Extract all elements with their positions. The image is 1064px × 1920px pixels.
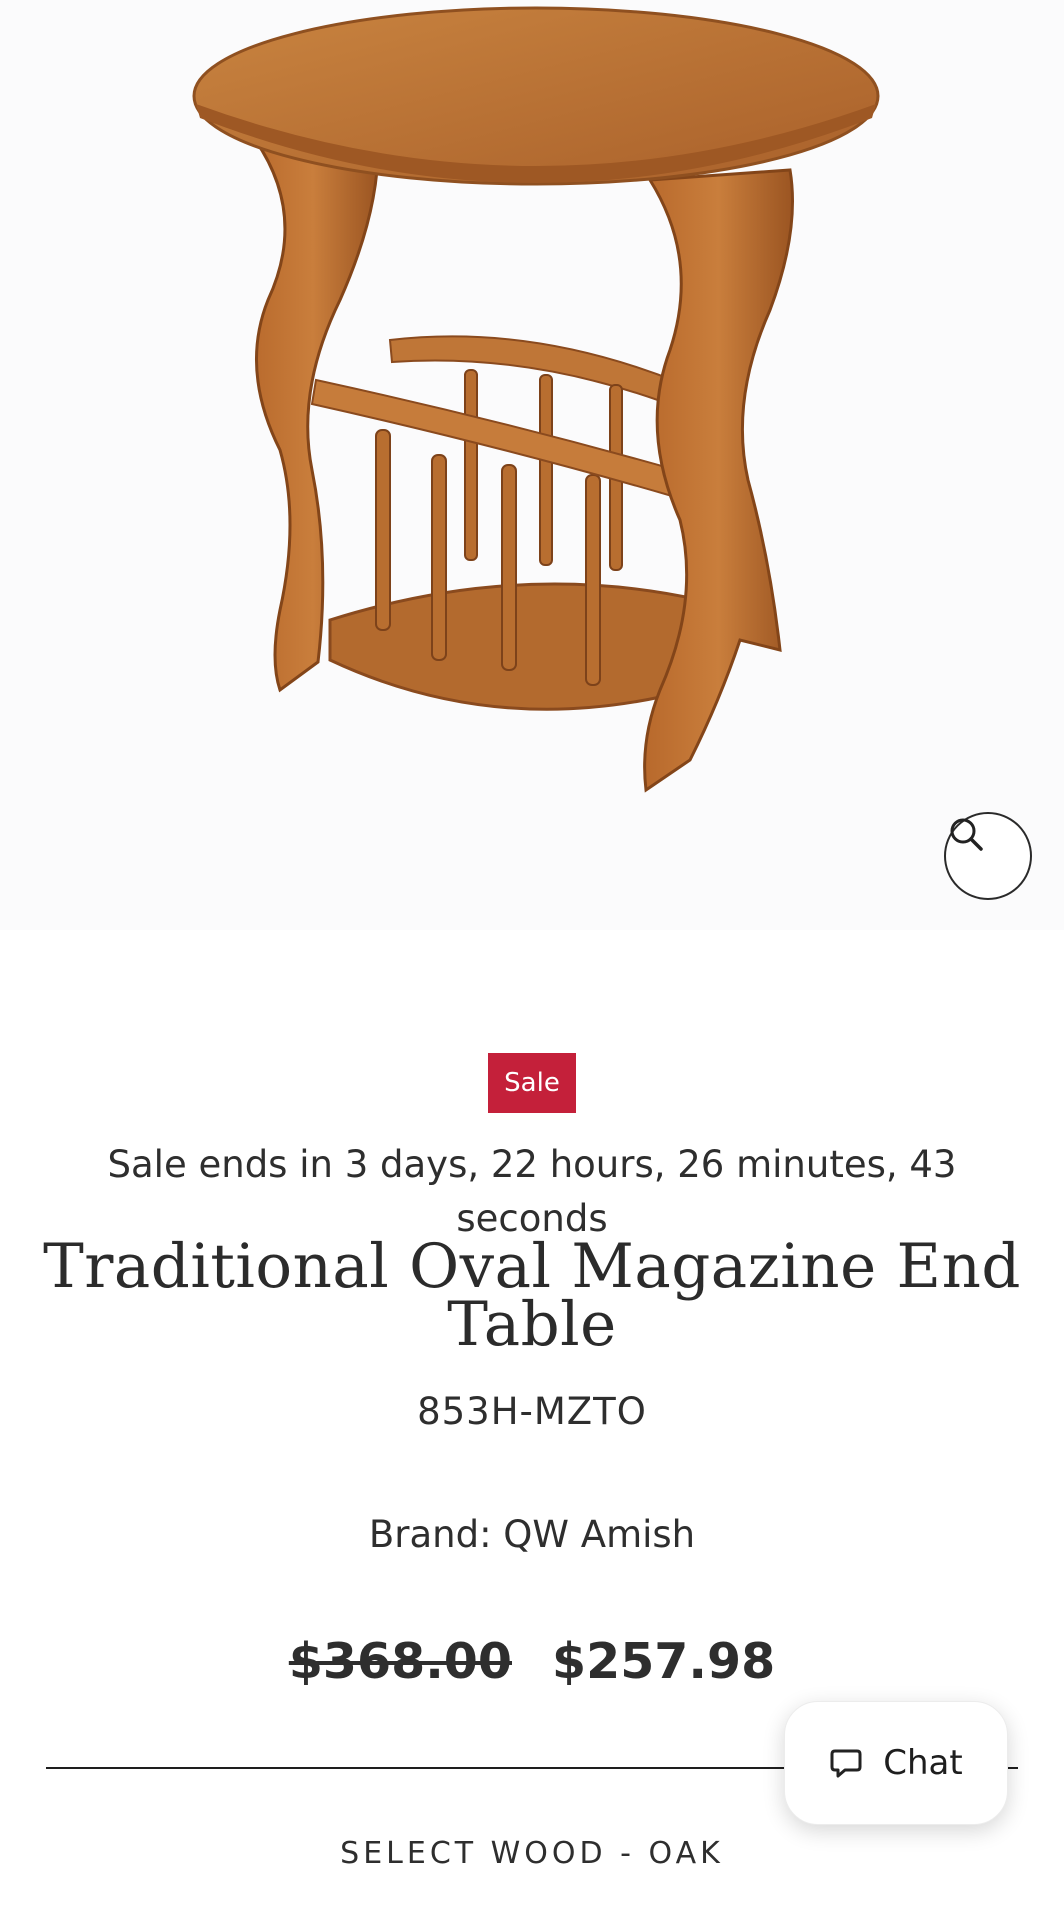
product-title: Traditional Oval Magazine End Table <box>43 1231 1021 1360</box>
search-icon <box>950 818 983 851</box>
product-brand: Brand: QW Amish <box>368 1513 696 1556</box>
sale-price: $257.98 <box>552 1633 776 1690</box>
end-table-illustration <box>192 6 880 793</box>
chat-button[interactable]: Chat <box>784 1701 1008 1825</box>
chat-label: Chat <box>883 1743 963 1783</box>
price-row: $368.00 $257.98 <box>0 1633 1064 1690</box>
wood-option-label: SELECT WOOD - OAK <box>340 1836 724 1871</box>
sale-badge: Sale <box>488 1053 576 1113</box>
zoom-button[interactable] <box>944 812 1032 900</box>
original-price: $368.00 <box>288 1633 512 1690</box>
product-sku: 853H-MZTO <box>417 1390 647 1433</box>
sale-countdown: Sale ends in 3 days, 22 hours, 26 minute… <box>107 1143 957 1240</box>
chat-bubble-icon <box>830 1749 862 1778</box>
product-image[interactable] <box>0 0 1064 930</box>
